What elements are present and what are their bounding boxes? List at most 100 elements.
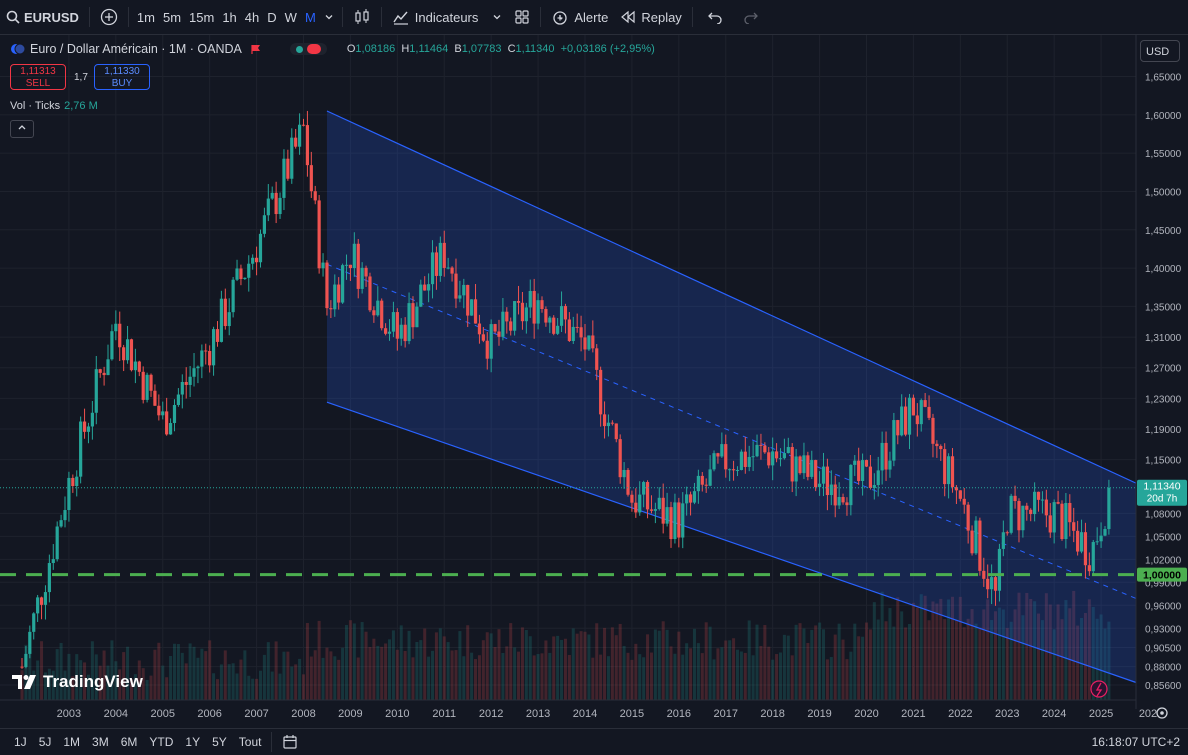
collapse-legend-button[interactable] xyxy=(10,120,34,138)
price-tick-label: 1,08000 xyxy=(1145,509,1182,520)
range-5j[interactable]: 5J xyxy=(33,735,58,749)
candle xyxy=(129,338,134,372)
volume-bar xyxy=(352,623,356,700)
range-1m[interactable]: 1M xyxy=(57,735,86,749)
volume-bar xyxy=(861,636,865,700)
range-ytd[interactable]: YTD xyxy=(143,735,179,749)
volume-bar xyxy=(180,652,184,700)
replay-button[interactable]: Replay xyxy=(614,0,687,34)
volume-bar xyxy=(755,624,759,700)
candle xyxy=(380,298,384,331)
candle xyxy=(165,397,169,436)
volume-bar xyxy=(388,639,392,700)
axis-settings-button[interactable] xyxy=(1156,707,1168,719)
buy-button[interactable]: 1,11330 BUY xyxy=(94,64,150,90)
undo-button[interactable] xyxy=(697,0,733,34)
volume-bar xyxy=(610,627,614,700)
time-tick-label: 2010 xyxy=(385,708,409,720)
volume-bar xyxy=(728,640,732,700)
candle xyxy=(51,544,55,570)
volume-bar xyxy=(544,640,548,700)
range-1y[interactable]: 1Y xyxy=(179,735,206,749)
indicators-button[interactable]: Indicateurs xyxy=(386,0,509,34)
volume-bar xyxy=(661,621,665,700)
range-6m[interactable]: 6M xyxy=(115,735,144,749)
compare-button[interactable] xyxy=(94,0,124,34)
timeframe-M[interactable]: M xyxy=(301,0,320,34)
range-5y[interactable]: 5Y xyxy=(206,735,233,749)
clock[interactable]: 16:18:07 UTC+2 xyxy=(1092,735,1180,749)
volume-bar xyxy=(649,652,653,700)
volume-bar xyxy=(865,622,868,700)
symbol-name: EURUSD xyxy=(24,9,79,25)
timeframe-1m[interactable]: 1m xyxy=(133,0,159,34)
candle xyxy=(125,325,130,364)
time-tick-label: 2021 xyxy=(901,708,925,720)
candle xyxy=(274,181,278,224)
time-tick-label: 2011 xyxy=(432,708,456,720)
symbol-search[interactable]: EURUSD xyxy=(0,0,85,34)
layouts-button[interactable] xyxy=(508,0,536,34)
volume-bar xyxy=(814,625,818,700)
candle xyxy=(47,554,51,603)
volume-bar xyxy=(223,650,227,700)
price-chart[interactable]: 1,65000 1,60000 1,55000 1,50000 1,45000 1,400… xyxy=(0,35,1188,729)
last-price-label: 1,11340 20d 7h xyxy=(1137,479,1187,506)
volume-bar xyxy=(735,649,739,700)
volume-bar xyxy=(149,675,153,700)
candle xyxy=(145,372,149,403)
candles-icon xyxy=(355,9,369,24)
timeframe-1h[interactable]: 1h xyxy=(218,0,240,34)
chart-type-button[interactable] xyxy=(347,0,377,34)
volume-bar xyxy=(450,650,454,700)
chevron-up-icon xyxy=(18,125,26,130)
volume-bar xyxy=(962,627,966,700)
timeframe-5m[interactable]: 5m xyxy=(159,0,185,34)
volume-bar xyxy=(767,646,771,700)
candle xyxy=(297,113,302,155)
range-3m[interactable]: 3M xyxy=(86,735,115,749)
lightning-button[interactable] xyxy=(1090,680,1108,698)
sell-button[interactable]: 1,11313 SELL xyxy=(10,64,66,90)
volume-bar xyxy=(974,623,978,700)
candle xyxy=(1009,493,1013,535)
range-tout[interactable]: Tout xyxy=(233,735,268,749)
timeframe-15m[interactable]: 15m xyxy=(185,0,218,34)
currency-select[interactable]: USD xyxy=(1140,40,1180,62)
volume-bar xyxy=(481,640,485,700)
price-change: +0,03186 (+2,95%) xyxy=(560,43,655,55)
volume-bar xyxy=(172,643,176,700)
level-value: 1,00000 xyxy=(1143,570,1181,582)
volume-bar xyxy=(563,638,567,700)
range-1j[interactable]: 1J xyxy=(8,735,33,749)
candle xyxy=(122,344,126,372)
bottom-toolbar: 1J 5J 1M 3M 6M YTD 1Y 5Y Tout 16:18:07 UTC+2 xyxy=(0,728,1188,755)
volume-bar xyxy=(630,659,634,700)
candle xyxy=(317,195,321,274)
volume-bar xyxy=(266,642,270,700)
candle xyxy=(325,260,329,316)
volume-bar xyxy=(399,625,403,700)
price-tick-label: 1,55000 xyxy=(1145,149,1182,160)
time-axis[interactable]: 2003 2004 2005 2006 2007 2008 2009 2010 2011 2012… xyxy=(57,708,1158,720)
volume-bar xyxy=(411,657,415,700)
timeframe-D[interactable]: D xyxy=(263,0,280,34)
alert-button[interactable]: Alerte xyxy=(545,0,614,34)
volume-bar xyxy=(606,656,610,700)
candle xyxy=(892,412,896,467)
volume-bar xyxy=(341,647,345,700)
candle xyxy=(137,360,141,377)
market-status-badge[interactable] xyxy=(289,43,327,55)
volume-bar xyxy=(403,651,407,700)
timeframe-W[interactable]: W xyxy=(281,0,301,34)
candle xyxy=(180,374,184,409)
volume-bar xyxy=(763,625,767,700)
redo-button[interactable] xyxy=(733,0,769,34)
candle xyxy=(282,149,286,211)
volume-bar xyxy=(532,655,536,700)
timeframe-4h[interactable]: 4h xyxy=(241,0,263,34)
date-range-button[interactable] xyxy=(276,734,304,750)
candle xyxy=(79,416,83,484)
timeframe-dropdown[interactable] xyxy=(320,0,338,34)
volume-bar xyxy=(188,643,192,700)
